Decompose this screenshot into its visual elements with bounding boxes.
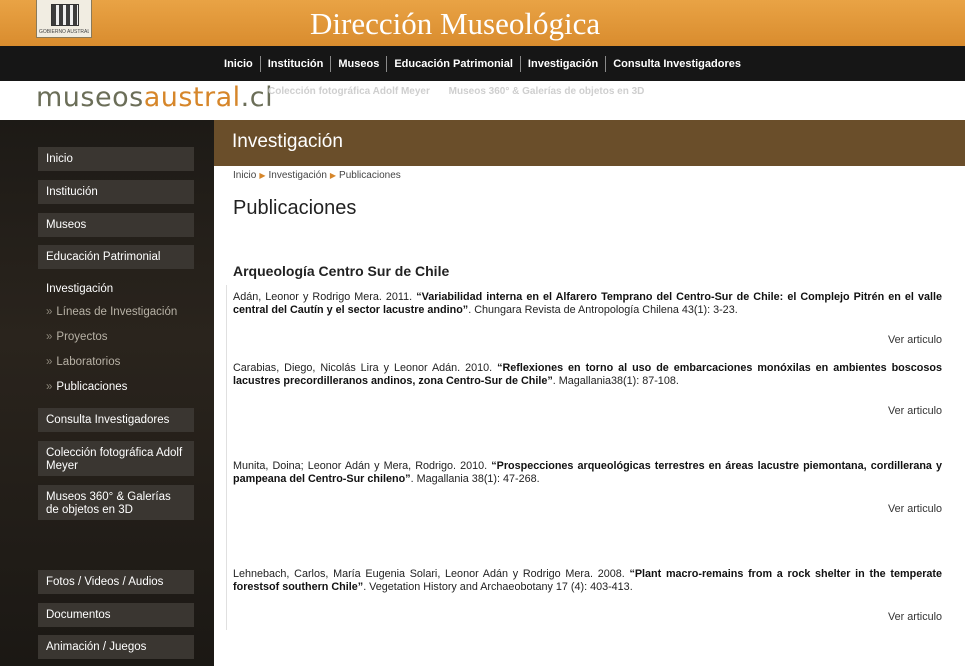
breadcrumb: Inicio ▶ Investigación ▶ Publicaciones bbox=[233, 170, 401, 181]
entry-authors: Adán, Leonor y Rodrigo Mera. 2011. bbox=[233, 291, 413, 303]
sidebar-sub-publicaciones[interactable]: » Publicaciones bbox=[38, 381, 194, 393]
sub-separator: » bbox=[46, 381, 53, 393]
entry-authors: Carabias, Diego, Nicolás Lira y Leonor A… bbox=[233, 362, 493, 374]
sidebar-item-museos[interactable]: Museos bbox=[38, 213, 194, 237]
site-logo[interactable]: museosaustral.cl bbox=[36, 82, 273, 118]
sublink-coleccion[interactable]: Colección fotográfica Adolf Meyer bbox=[268, 86, 430, 97]
top-nav: Inicio Institución Museos Educación Patr… bbox=[0, 46, 965, 81]
entry-source: . Chungara Revista de Antropología Chile… bbox=[468, 304, 738, 316]
sidebar-item-animacion-juegos[interactable]: Animación / Juegos bbox=[38, 635, 194, 659]
sub-separator: » bbox=[46, 306, 53, 318]
sublink-museos-360[interactable]: Museos 360° & Galerías de objetos en 3D bbox=[449, 86, 645, 97]
sidebar-item-educacion-patrimonial[interactable]: Educación Patrimonial bbox=[38, 245, 194, 269]
entry-source: . Vegetation History and Archaeobotany 1… bbox=[363, 581, 633, 593]
breadcrumb-investigacion[interactable]: Investigación bbox=[269, 170, 327, 181]
logo-part-museos: museos bbox=[36, 82, 144, 113]
breadcrumb-arrow-icon: ▶ bbox=[259, 171, 266, 180]
sub-links: Colección fotográfica Adolf Meyer Museos… bbox=[268, 86, 660, 97]
sidebar-sub-label: Laboratorios bbox=[56, 356, 121, 368]
ver-articulo-link[interactable]: Ver articulo bbox=[888, 334, 942, 346]
sidebar-sub-label: Proyectos bbox=[56, 331, 108, 343]
sidebar-item-coleccion-fotografica[interactable]: Colección fotográfica Adolf Meyer bbox=[38, 441, 194, 476]
topnav-investigacion[interactable]: Investigación bbox=[519, 55, 605, 72]
section-header: Investigación bbox=[214, 120, 965, 166]
sidebar-item-inicio[interactable]: Inicio bbox=[38, 147, 194, 171]
sidebar-item-consulta-investigadores[interactable]: Consulta Investigadores bbox=[38, 408, 194, 432]
sidebar-sub-lineas[interactable]: » Líneas de Investigación bbox=[38, 306, 194, 318]
topnav-museos[interactable]: Museos bbox=[330, 55, 386, 72]
crest-logo[interactable]: GOBIERNO AUSTRAL DE CHILE bbox=[36, 0, 92, 38]
ver-articulo-link[interactable]: Ver articulo bbox=[888, 405, 942, 417]
entry-source: . Magallania 38(1): 47-268. bbox=[410, 473, 540, 485]
topnav-consulta-investigadores[interactable]: Consulta Investigadores bbox=[605, 55, 748, 72]
ver-articulo-link[interactable]: Ver articulo bbox=[888, 503, 942, 515]
entry-source: . Magallania38(1): 87-108. bbox=[552, 375, 679, 387]
breadcrumb-arrow-icon: ▶ bbox=[329, 171, 337, 180]
publication-entry: Munita, Doina; Leonor Adán y Mera, Rodri… bbox=[233, 460, 942, 486]
sub-separator: » bbox=[46, 356, 53, 368]
page-title: Publicaciones bbox=[233, 197, 357, 219]
sidebar-sub-proyectos[interactable]: » Proyectos bbox=[38, 331, 194, 343]
sidebar-sub-label: Publicaciones bbox=[56, 381, 128, 393]
sidebar-item-investigacion[interactable]: Investigación bbox=[38, 277, 194, 301]
publication-entry: Lehnebach, Carlos, María Eugenia Solari,… bbox=[233, 568, 942, 594]
sidebar-sub-laboratorios[interactable]: » Laboratorios bbox=[38, 356, 194, 368]
entry-authors: Munita, Doina; Leonor Adán y Mera, Rodri… bbox=[233, 460, 488, 472]
section-title: Investigación bbox=[232, 131, 343, 152]
header-banner: GOBIERNO AUSTRAL DE CHILE Dirección Muse… bbox=[0, 0, 965, 46]
crest-text: GOBIERNO AUSTRAL DE CHILE bbox=[39, 29, 89, 35]
topnav-institucion[interactable]: Institución bbox=[259, 55, 331, 72]
publication-entry: Adán, Leonor y Rodrigo Mera. 2011. “Vari… bbox=[233, 291, 942, 317]
sidebar-item-fotos-videos-audios[interactable]: Fotos / Videos / Audios bbox=[38, 570, 194, 594]
entry-authors: Lehnebach, Carlos, María Eugenia Solari,… bbox=[233, 568, 625, 580]
content-divider bbox=[226, 285, 227, 630]
sub-separator: » bbox=[46, 331, 53, 343]
topnav-educacion-patrimonial[interactable]: Educación Patrimonial bbox=[386, 55, 520, 72]
sidebar-item-documentos[interactable]: Documentos bbox=[38, 603, 194, 627]
sidebar-sub-label: Líneas de Investigación bbox=[56, 306, 178, 318]
banner-title: Dirección Museológica bbox=[310, 6, 601, 41]
crest-emblem-icon bbox=[51, 4, 79, 26]
ver-articulo-link[interactable]: Ver articulo bbox=[888, 611, 942, 623]
sidebar-item-institucion[interactable]: Institución bbox=[38, 180, 194, 204]
breadcrumb-inicio[interactable]: Inicio bbox=[233, 170, 256, 181]
breadcrumb-publicaciones: Publicaciones bbox=[339, 170, 401, 181]
sidebar-item-museos-360[interactable]: Museos 360° & Galerías de objetos en 3D bbox=[38, 485, 194, 520]
section-subtitle: Arqueología Centro Sur de Chile bbox=[233, 263, 450, 279]
logo-part-austral: austral bbox=[143, 82, 241, 113]
topnav-inicio[interactable]: Inicio bbox=[217, 56, 260, 72]
publication-entry: Carabias, Diego, Nicolás Lira y Leonor A… bbox=[233, 362, 942, 388]
